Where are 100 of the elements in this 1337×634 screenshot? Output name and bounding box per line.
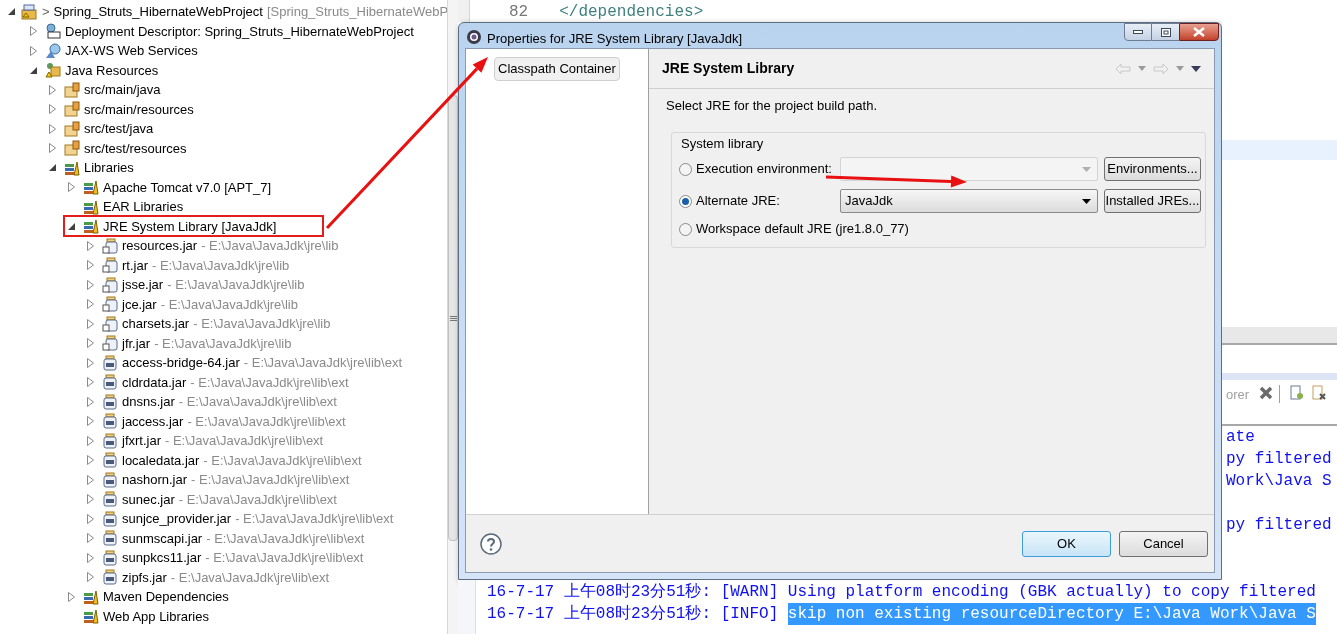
collapsed-arrow-icon[interactable] — [86, 377, 94, 388]
minimize-button[interactable] — [1124, 23, 1152, 41]
tree-item-label[interactable]: resources.jar — [122, 236, 198, 256]
collapsed-arrow-icon[interactable] — [29, 26, 37, 37]
help-icon[interactable] — [480, 532, 502, 555]
dropdown[interactable]: JavaJdk — [840, 189, 1098, 213]
menu-icon[interactable] — [1191, 65, 1201, 72]
console-text: 16-7-17 上午08时23分51秒: [INFO] — [487, 603, 779, 625]
tree-item-label[interactable]: Deployment Descriptor: Spring_Struts_HibernateWebProject — [65, 21, 414, 41]
radio-button[interactable] — [679, 162, 692, 176]
dialog-button[interactable]: Cancel — [1119, 530, 1208, 557]
tree-item-label[interactable]: sunpkcs11.jar — [122, 548, 202, 568]
tree-item-label[interactable]: Maven Dependencies — [103, 587, 229, 607]
dropdown-icon[interactable] — [1176, 66, 1184, 71]
collapsed-arrow-icon[interactable] — [86, 318, 94, 329]
code-line: </dependencies> — [559, 2, 704, 22]
remove-icon[interactable] — [1259, 386, 1274, 400]
collapsed-arrow-icon[interactable] — [48, 84, 56, 95]
library-books-icon — [83, 218, 99, 235]
tree-item-label[interactable]: Apache Tomcat v7.0 [APT_7] — [103, 177, 272, 197]
tree-item-decoration: - E:\Java\JavaJdk\jre\lib\ext — [170, 568, 330, 587]
collapsed-arrow-icon[interactable] — [86, 396, 94, 407]
tree-item-label[interactable]: src/test/resources — [84, 138, 187, 158]
close-button[interactable] — [1179, 23, 1219, 41]
collapsed-arrow-icon[interactable] — [86, 338, 94, 349]
tree-item-decoration: - E:\Java\JavaJdk\jre\lib\ext — [243, 354, 402, 372]
collapsed-arrow-icon[interactable] — [48, 123, 56, 134]
collapsed-arrow-icon[interactable] — [67, 591, 75, 602]
tree-item-label[interactable]: src/test/java — [84, 119, 154, 139]
expanded-arrow-icon[interactable] — [29, 66, 37, 74]
close-icon — [1193, 27, 1205, 37]
document-gear-icon[interactable] — [1290, 385, 1305, 401]
tree-item-decoration: - E:\Java\JavaJdk\jre\lib — [154, 334, 292, 353]
collapsed-arrow-icon[interactable] — [86, 552, 94, 563]
radio-label[interactable]: Execution environment: — [696, 159, 840, 179]
expanded-arrow-icon[interactable] — [8, 8, 15, 16]
change-marker: > — [42, 3, 50, 21]
dialog-button[interactable]: OK — [1022, 530, 1111, 557]
console-text: Work\Java S — [1226, 472, 1332, 490]
document-remove-icon[interactable] — [1312, 385, 1327, 401]
collapsed-arrow-icon[interactable] — [29, 45, 37, 56]
tree-item-label[interactable]: src/main/resources — [84, 99, 194, 119]
tree-item-label[interactable]: Libraries — [84, 158, 134, 178]
tree-item-label[interactable]: jfxrt.jar — [122, 431, 161, 451]
dropdown-icon[interactable] — [1138, 66, 1146, 71]
tree-item-label[interactable]: nashorn.jar — [122, 470, 188, 490]
tree-item-label[interactable]: Java Resources — [65, 60, 159, 80]
radio-label[interactable]: Workspace default JRE (jre1.8.0_77) — [696, 219, 909, 239]
collapsed-arrow-icon[interactable] — [67, 182, 75, 193]
tree-item-label[interactable]: src/main/java — [84, 80, 161, 100]
tree-item-label[interactable]: JAX-WS Web Services — [65, 41, 198, 61]
tree-item-label[interactable]: cldrdata.jar — [122, 372, 187, 392]
project-folder-icon — [21, 3, 37, 20]
tree-item-label[interactable]: jfr.jar — [122, 333, 151, 353]
collapsed-arrow-icon[interactable] — [86, 435, 94, 446]
tree-item-label[interactable]: sunjce_provider.jar — [122, 509, 232, 529]
expanded-arrow-icon[interactable] — [48, 164, 56, 172]
tree-item-label[interactable]: sunmscapi.jar — [122, 528, 203, 548]
tree-item-label[interactable]: Spring_Struts_HibernateWebProject — [53, 2, 263, 22]
collapsed-arrow-icon[interactable] — [86, 572, 94, 583]
tree-item-label[interactable]: JRE System Library [JavaJdk] — [103, 216, 277, 236]
console-text: py filtered — [1226, 450, 1332, 468]
collapsed-arrow-icon[interactable] — [86, 533, 94, 544]
collapsed-arrow-icon[interactable] — [86, 416, 94, 427]
tree-item-label[interactable]: Web App Libraries — [103, 606, 209, 626]
collapsed-arrow-icon[interactable] — [86, 494, 94, 505]
collapsed-arrow-icon[interactable] — [86, 513, 94, 524]
tree-item-label[interactable]: jsse.jar — [122, 275, 164, 295]
tree-item-label[interactable]: charsets.jar — [122, 314, 190, 334]
package-folder-icon — [64, 140, 80, 157]
globe-icon — [45, 42, 61, 59]
scrollbar-thumb[interactable] — [448, 95, 458, 541]
tree-item-label[interactable]: rt.jar — [122, 255, 148, 275]
dialog-button[interactable]: Installed JREs... — [1104, 189, 1201, 213]
page-list-item[interactable]: Classpath Container — [494, 57, 620, 81]
radio-button[interactable] — [679, 222, 692, 236]
tree-item-label[interactable]: zipfs.jar — [122, 567, 167, 587]
collapsed-arrow-icon[interactable] — [86, 474, 94, 485]
maximize-button[interactable] — [1152, 23, 1179, 41]
collapsed-arrow-icon[interactable] — [86, 455, 94, 466]
radio-label[interactable]: Alternate JRE: — [696, 191, 840, 211]
tree-item-label[interactable]: sunec.jar — [122, 489, 175, 509]
collapsed-arrow-icon[interactable] — [86, 240, 94, 251]
jar-file-icon — [102, 237, 118, 254]
dialog-button[interactable]: Environments... — [1104, 157, 1201, 181]
collapsed-arrow-icon[interactable] — [48, 104, 56, 115]
tree-item-label[interactable]: dnsns.jar — [122, 392, 175, 412]
collapsed-arrow-icon[interactable] — [86, 357, 94, 368]
collapsed-arrow-icon[interactable] — [86, 260, 94, 271]
collapsed-arrow-icon[interactable] — [48, 143, 56, 154]
library-books-icon — [83, 608, 99, 625]
tree-item-label[interactable]: jce.jar — [122, 294, 157, 314]
radio-button[interactable] — [679, 194, 692, 208]
tree-item-label[interactable]: jaccess.jar — [122, 411, 184, 431]
tree-item-label[interactable]: access-bridge-64.jar — [122, 353, 240, 373]
collapsed-arrow-icon[interactable] — [86, 279, 94, 290]
tree-item-label[interactable]: EAR Libraries — [103, 197, 184, 217]
collapsed-arrow-icon[interactable] — [86, 299, 94, 310]
expanded-arrow-icon[interactable] — [67, 222, 75, 230]
tree-item-label[interactable]: localedata.jar — [122, 450, 200, 470]
